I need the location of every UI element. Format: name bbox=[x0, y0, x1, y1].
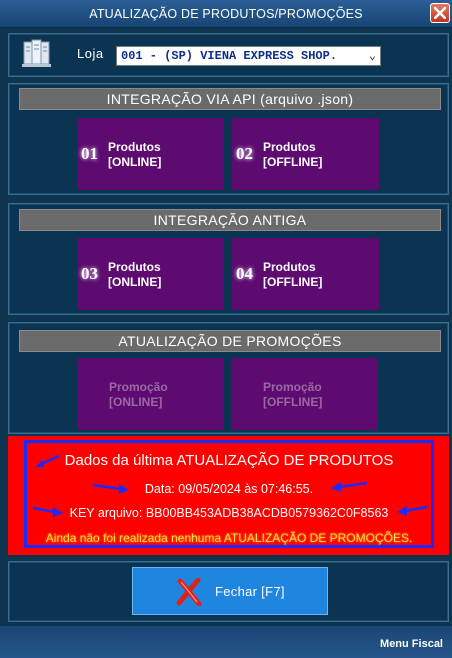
last-update-box: Dados da última ATUALIZAÇÃO DE PRODUTOS … bbox=[24, 440, 434, 548]
tile-label: Produtos bbox=[263, 260, 316, 274]
arrow-icon bbox=[92, 483, 129, 494]
title-bar: ATUALIZAÇÃO DE PRODUTOS/PROMOÇÕES bbox=[0, 0, 452, 28]
arrow-icon bbox=[35, 454, 60, 467]
legacy-products-online-button[interactable]: 03 Produtos [ONLINE] bbox=[77, 238, 224, 310]
window-close-button[interactable] bbox=[430, 3, 450, 23]
tile-mode: [ONLINE] bbox=[109, 395, 163, 409]
promo-online-button[interactable]: Promoção [ONLINE] bbox=[77, 358, 224, 430]
legacy-section: INTEGRAÇÃO ANTIGA 03 Produtos [ONLINE] 0… bbox=[8, 203, 449, 315]
fiscal-menu-link[interactable]: Menu Fiscal bbox=[380, 638, 443, 650]
promo-section: ATUALIZAÇÃO DE PROMOÇÕES Promoção [ONLIN… bbox=[8, 322, 449, 434]
red-x-icon bbox=[176, 578, 202, 606]
last-update-key: KEY arquivo: BB00BB453ADB38ACDB0579362C0… bbox=[69, 506, 389, 520]
arrow-icon bbox=[331, 481, 368, 492]
store-panel: Loja 001 - (SP) VIENA EXPRESS SHOP. ⌄ bbox=[8, 33, 449, 77]
tile-label: Promoção bbox=[263, 380, 322, 394]
tile-number: 02 bbox=[236, 144, 253, 163]
api-section-header: INTEGRAÇÃO VIA API (arquivo .json) bbox=[19, 88, 441, 110]
actions-panel: Fechar [F7] bbox=[8, 561, 449, 622]
tile-number: 04 bbox=[236, 264, 253, 283]
api-section: INTEGRAÇÃO VIA API (arquivo .json) 01 Pr… bbox=[8, 83, 449, 195]
arrow-icon bbox=[397, 505, 428, 516]
tile-mode: [OFFLINE] bbox=[263, 155, 323, 169]
tile-mode: [OFFLINE] bbox=[263, 395, 323, 409]
store-dropdown[interactable]: 001 - (SP) VIENA EXPRESS SHOP. ⌄ bbox=[116, 46, 381, 66]
window-title: ATUALIZAÇÃO DE PRODUTOS/PROMOÇÕES bbox=[89, 7, 363, 21]
tile-mode: [ONLINE] bbox=[108, 155, 162, 169]
promo-offline-button[interactable]: Promoção [OFFLINE] bbox=[231, 358, 378, 430]
store-selected-value: 001 - (SP) VIENA EXPRESS SHOP. bbox=[121, 49, 338, 63]
status-bar: Menu Fiscal bbox=[0, 626, 452, 658]
api-products-online-button[interactable]: 01 Produtos [ONLINE] bbox=[77, 118, 224, 190]
api-products-offline-button[interactable]: 02 Produtos [OFFLINE] bbox=[232, 118, 379, 190]
tile-label: Produtos bbox=[263, 140, 316, 154]
promo-section-header: ATUALIZAÇÃO DE PROMOÇÕES bbox=[19, 330, 441, 352]
tile-label: Promoção bbox=[109, 380, 168, 394]
last-update-title: Dados da última ATUALIZAÇÃO DE PRODUTOS bbox=[64, 452, 394, 469]
close-x-icon bbox=[434, 7, 446, 19]
tile-mode: [OFFLINE] bbox=[263, 275, 323, 289]
close-button-label: Fechar [F7] bbox=[215, 584, 285, 599]
promo-status-text: Ainda não foi realizada nenhuma ATUALIZA… bbox=[45, 531, 413, 545]
legacy-products-offline-button[interactable]: 04 Produtos [OFFLINE] bbox=[232, 238, 379, 310]
tile-label: Produtos bbox=[108, 140, 161, 154]
tile-number: 01 bbox=[81, 144, 98, 163]
last-update-date: Data: 09/05/2024 às 07:46:55. bbox=[144, 482, 314, 496]
close-button[interactable]: Fechar [F7] bbox=[132, 567, 328, 615]
chevron-down-icon[interactable]: ⌄ bbox=[369, 47, 376, 65]
server-icon bbox=[22, 39, 51, 67]
last-update-panel: Dados da última ATUALIZAÇÃO DE PRODUTOS … bbox=[8, 436, 449, 555]
legacy-section-header: INTEGRAÇÃO ANTIGA bbox=[19, 209, 441, 231]
tile-label: Produtos bbox=[108, 260, 161, 274]
tile-number: 03 bbox=[81, 264, 98, 283]
tile-mode: [ONLINE] bbox=[108, 275, 162, 289]
arrow-icon bbox=[32, 506, 63, 517]
store-label: Loja bbox=[77, 46, 104, 61]
